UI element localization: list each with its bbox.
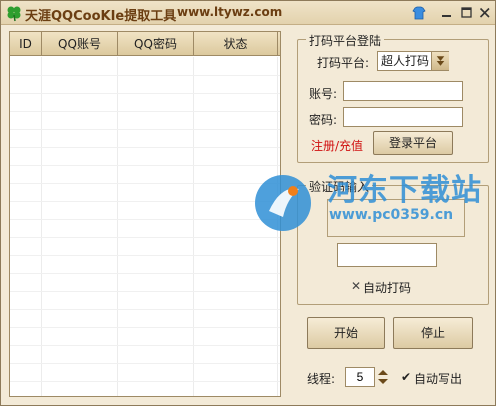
threads-input[interactable] — [345, 367, 375, 387]
grid-line — [10, 75, 280, 76]
grid-line — [117, 57, 118, 396]
grid-line — [10, 273, 280, 274]
grid-line — [10, 291, 280, 292]
grid-line — [10, 363, 280, 364]
column-header-id[interactable]: ID — [10, 32, 42, 56]
platform-label: 打码平台: — [317, 56, 370, 70]
grid-line — [10, 237, 280, 238]
app-title: 天涯QQCooKIe提取工具 — [25, 9, 177, 24]
auto-captcha-label[interactable]: 自动打码 — [363, 279, 411, 296]
dropdown-arrow-icon[interactable] — [431, 52, 449, 70]
auto-write-checkbox[interactable]: ✔ — [401, 370, 411, 384]
clover-icon — [7, 6, 21, 22]
table-body[interactable] — [10, 57, 280, 396]
platform-select-value: 超人打码 — [381, 54, 430, 68]
grid-line — [10, 309, 280, 310]
account-table[interactable]: ID QQ账号 QQ密码 状态 — [9, 31, 281, 397]
title-bar[interactable]: 天涯QQCooKIe提取工具 www.ltywz.com — [1, 1, 495, 25]
grid-line — [10, 345, 280, 346]
stop-button[interactable]: 停止 — [393, 317, 473, 349]
captcha-legend: 验证码输入 — [306, 178, 373, 195]
spinner-arrows-icon[interactable] — [375, 367, 391, 387]
maximize-icon[interactable] — [459, 5, 475, 21]
threads-label: 线程: — [307, 372, 336, 386]
captcha-input[interactable] — [337, 243, 437, 267]
table-header: ID QQ账号 QQ密码 状态 — [10, 32, 280, 56]
main-window: 天涯QQCooKIe提取工具 www.ltywz.com ID QQ账号 QQ密… — [0, 0, 496, 406]
platform-login-legend: 打码平台登陆 — [306, 32, 385, 49]
close-icon[interactable] — [477, 5, 493, 21]
minimize-icon[interactable] — [439, 5, 455, 21]
grid-line — [41, 57, 42, 396]
auto-captcha-checkbox[interactable]: ✕ — [351, 279, 361, 293]
register-recharge-link[interactable]: 注册/充值 — [311, 137, 363, 154]
grid-line — [10, 327, 280, 328]
grid-line — [193, 57, 194, 396]
grid-line — [10, 201, 280, 202]
account-input[interactable] — [343, 81, 463, 101]
grid-line — [10, 93, 280, 94]
grid-line — [10, 129, 280, 130]
skin-shirt-icon[interactable] — [411, 5, 427, 21]
grid-line — [10, 381, 280, 382]
column-header-status[interactable]: 状态 — [194, 32, 278, 56]
auto-write-label[interactable]: 自动写出 — [414, 370, 462, 387]
password-input[interactable] — [343, 107, 463, 127]
grid-line — [10, 219, 280, 220]
column-header-qq-account[interactable]: QQ账号 — [42, 32, 118, 56]
grid-line — [10, 147, 280, 148]
captcha-image — [327, 199, 465, 237]
grid-line — [10, 111, 280, 112]
app-url: www.ltywz.com — [177, 5, 283, 19]
start-button[interactable]: 开始 — [307, 317, 385, 349]
grid-line — [10, 255, 280, 256]
grid-line — [10, 183, 280, 184]
password-label: 密码: — [309, 113, 338, 127]
login-platform-button[interactable]: 登录平台 — [373, 131, 453, 155]
account-label: 账号: — [309, 87, 338, 101]
grid-line — [277, 57, 278, 396]
grid-line — [10, 165, 280, 166]
column-header-qq-password[interactable]: QQ密码 — [118, 32, 194, 56]
